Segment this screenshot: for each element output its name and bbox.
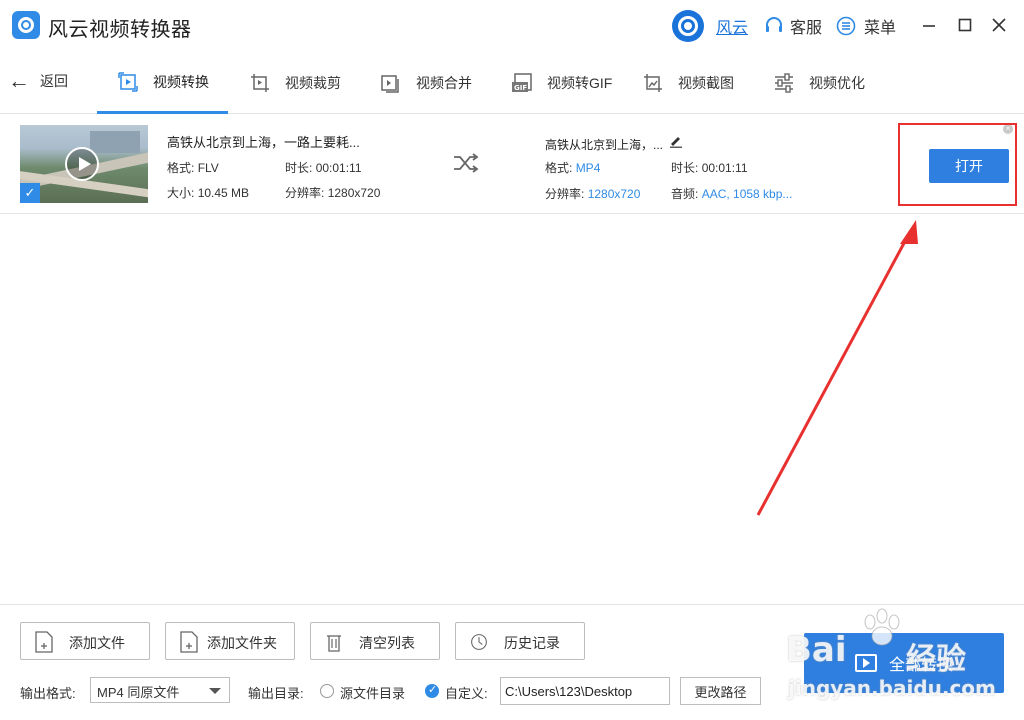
source-dir-radio[interactable] (320, 684, 334, 698)
video-merge-icon (381, 75, 399, 93)
output-audio[interactable]: 音频: AAC, 1058 kbp... (671, 185, 792, 202)
add-folder-button[interactable]: 添加文件夹 (165, 622, 295, 660)
source-file-name: 高铁从北京到上海，一路上要耗... (167, 135, 360, 150)
tab-video-merge[interactable]: 视频合并 (380, 52, 472, 114)
tab-video-to-gif[interactable]: GIF 视频转GIF (511, 52, 612, 114)
maximize-icon (958, 18, 972, 32)
customer-service-label: 客服 (790, 20, 823, 37)
tab-video-convert[interactable]: 视频转换 (97, 52, 228, 114)
annotation-arrow (756, 220, 918, 516)
menu-icon (836, 16, 856, 36)
output-format[interactable]: 格式: MP4 (545, 159, 600, 176)
back-label: 返回 (40, 73, 68, 89)
custom-option-label[interactable]: 自定义: (445, 683, 488, 702)
source-dir-option-label[interactable]: 源文件目录 (340, 683, 405, 702)
convert-all-button[interactable]: 全部转换 (804, 633, 1004, 693)
menu-button[interactable]: 菜单 (836, 14, 896, 38)
custom-dir-radio[interactable] (425, 683, 439, 698)
clear-list-button[interactable]: 清空列表 (310, 622, 440, 660)
video-convert-icon (118, 71, 138, 92)
app-title: 风云视频转换器 (48, 19, 192, 41)
close-icon (992, 18, 1006, 32)
source-format: 格式: FLV (167, 161, 219, 175)
arrow-left-icon: ← (8, 68, 30, 93)
add-file-button[interactable]: 添加文件 (20, 622, 150, 660)
chevron-down-icon (209, 688, 221, 694)
minimize-button[interactable] (918, 14, 940, 36)
customer-service-button[interactable]: 客服 (764, 14, 822, 38)
play-icon[interactable] (65, 147, 99, 181)
app-logo-icon (12, 11, 40, 39)
title-bar: 风云视频转换器 风云 客服 菜单 (0, 0, 1024, 52)
source-size: 大小: 10.45 MB (167, 186, 250, 200)
output-path-input[interactable] (500, 677, 670, 705)
gif-icon: GIF (512, 73, 532, 92)
optimize-icon (775, 73, 793, 93)
shuffle-icon (454, 153, 479, 173)
menu-label: 菜单 (864, 20, 897, 37)
output-dir-label: 输出目录: (248, 686, 304, 701)
source-duration: 时长: 00:01:11 (285, 161, 362, 175)
screenshot-icon (644, 74, 662, 92)
selected-checkbox[interactable]: ✓ (20, 183, 40, 203)
history-button[interactable]: 历史记录 (455, 622, 585, 660)
tab-label: 视频转GIF (547, 75, 613, 91)
minimize-icon (923, 25, 935, 27)
source-resolution: 分辨率: 1280x720 (285, 186, 381, 200)
output-duration: 时长: 00:01:11 (671, 161, 748, 175)
tab-label: 视频优化 (809, 75, 865, 91)
tab-video-screenshot[interactable]: 视频截图 (642, 52, 734, 114)
annotation-highlight-box (898, 123, 1017, 206)
output-resolution[interactable]: 分辨率: 1280x720 (545, 185, 640, 202)
headset-icon (766, 17, 782, 32)
user-account[interactable]: 风云 (672, 10, 748, 42)
tab-label: 视频裁剪 (285, 75, 341, 91)
video-thumbnail[interactable]: ✓ (20, 125, 148, 203)
close-button[interactable] (988, 14, 1010, 36)
tab-video-crop[interactable]: 视频裁剪 (249, 52, 341, 114)
tab-label: 视频转换 (153, 73, 209, 90)
tab-label: 视频合并 (416, 75, 472, 91)
output-format-select[interactable]: MP4 同原文件 (90, 677, 230, 703)
video-crop-icon (251, 74, 269, 92)
user-name-link[interactable]: 风云 (716, 14, 748, 38)
file-list-item[interactable]: ✓ 高铁从北京到上海，一路上要耗... 格式: FLV 时长: 00:01:11… (0, 115, 1024, 214)
user-avatar-icon[interactable] (672, 10, 704, 42)
tab-bar: ← 返回 视频转换 视频裁剪 视频合并 GIF 视频转GIF 视频截图 视频优化 (0, 52, 1024, 114)
output-format-label: 输出格式: (20, 686, 76, 701)
maximize-button[interactable] (954, 14, 976, 36)
edit-pencil-icon[interactable] (669, 134, 683, 148)
back-button[interactable]: ← 返回 (8, 70, 68, 92)
tab-label: 视频截图 (678, 75, 734, 91)
output-file-name: 高铁从北京到上海，... (545, 138, 664, 152)
convert-video-icon (854, 654, 877, 672)
svg-text:GIF: GIF (514, 84, 527, 92)
change-path-button[interactable]: 更改路径 (680, 677, 761, 705)
tab-video-optimize[interactable]: 视频优化 (773, 52, 865, 114)
